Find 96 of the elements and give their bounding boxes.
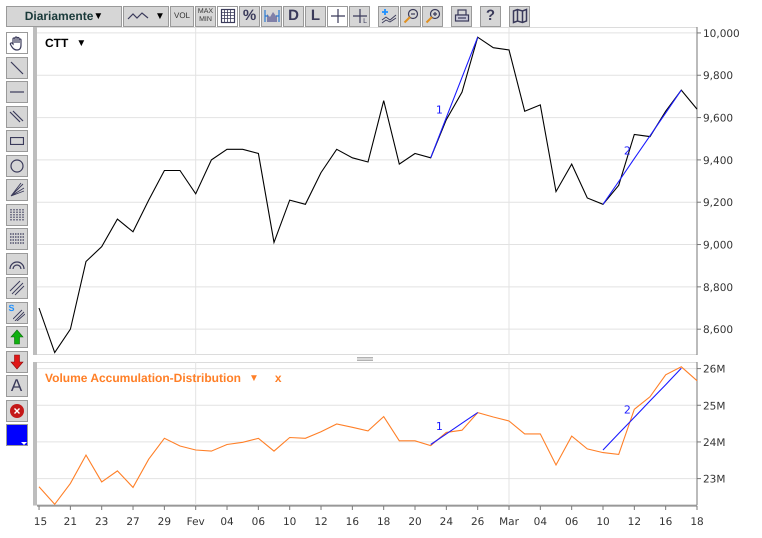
circle-tool[interactable] [6,154,28,176]
axis-label: 9,600 [703,112,734,125]
trend-label: 2 [624,403,631,416]
axis-label: 06 [252,516,266,528]
hand-icon [8,35,24,51]
print-button[interactable] [451,6,472,26]
parallel-lines-icon [8,108,24,124]
axis-label: 9,400 [703,154,734,167]
rectangle-tool[interactable] [6,130,28,152]
trend-line [430,412,478,445]
range-button[interactable] [261,6,282,26]
horizontal-lines-tool[interactable] [6,228,28,250]
fan-lines-icon [8,182,24,198]
axis-label: 20 [408,516,422,528]
axis-label: 18 [377,516,390,528]
diagonal-line-icon [8,60,24,76]
printer-icon [454,8,470,24]
axis-label: 23 [95,516,108,528]
axis-label: 9,200 [703,197,734,210]
axis-label: 12 [628,516,642,528]
add-line-icon [380,8,396,24]
crosshair-icon [352,8,368,24]
arcs-tool[interactable] [6,252,28,274]
axis-label: 10 [596,516,610,528]
axis-label: 04 [220,516,234,528]
chart-type-dropdown[interactable]: ▼ [123,6,169,26]
toolbar-button[interactable]: D [283,6,304,26]
book-button[interactable] [509,6,530,26]
crosshair-button[interactable] [327,6,348,26]
axis-label: 06 [564,516,578,528]
zoom-in-icon [424,8,440,24]
vertical-lines-icon [8,206,24,222]
horizontal-line-icon [10,91,24,93]
toolbar-button[interactable]: % [239,6,260,26]
axis-label: 25M [703,400,726,412]
color-picker[interactable] [6,424,28,446]
period-dropdown[interactable]: Diariamente▼ [6,6,122,26]
channel-lines-icon [8,280,24,296]
resize-grip-icon [357,356,373,360]
axis-label: 26M [703,364,726,376]
fan-tool[interactable] [6,179,28,201]
down-arrow-icon [8,354,24,370]
axis-label: 10 [283,516,296,528]
axis-label: 21 [64,516,78,528]
zoom-out-button[interactable] [400,6,421,26]
range-chart-icon [264,8,280,24]
axis-label: Fev [186,516,205,528]
trend-label: 1 [436,420,443,433]
axis-label: Mar [499,516,519,528]
channel-lines-icon [12,308,24,320]
axis-label: 18 [690,516,704,528]
axis-label: 24M [703,436,726,449]
crosshair-icon [330,8,346,24]
channel-tool[interactable] [6,277,28,299]
chart-title: CTT [45,35,68,52]
axis-label: 10,000 [703,28,740,40]
arrow-up-tool[interactable] [6,326,28,348]
text-tool[interactable]: A [6,375,28,397]
axis-label: 9,000 [703,240,734,252]
parallel-tool[interactable] [6,106,28,128]
arrow-down-tool[interactable] [6,350,28,372]
axis-label: 12 [314,516,328,528]
axis-label: 23M [703,474,726,486]
axis-label: 27 [126,516,140,528]
circle-icon [8,158,24,174]
chart-title: Volume Accumulation-Distribution [45,370,242,387]
trend-label: 1 [436,104,443,117]
axis-label: 04 [534,516,548,528]
axis-label: 16 [658,516,672,528]
axis-label: 24 [440,516,454,528]
horizontal-tool[interactable] [6,81,28,103]
grid-icon [220,8,236,24]
caret-icon [20,442,26,445]
zoom-out-icon [402,8,418,24]
axis-label: 9,800 [703,70,734,82]
axis-label: 26 [471,516,484,528]
axis-label: 8,600 [703,324,734,336]
grid-button[interactable] [217,6,238,26]
vertical-lines-tool[interactable] [6,204,28,226]
toolbar-button[interactable]: L [305,6,326,26]
axis-label: 29 [158,516,172,528]
toolbar-button[interactable]: ? [480,6,501,26]
volume-button[interactable]: VOL [170,6,194,26]
add-study-button[interactable] [378,6,399,26]
up-arrow-icon [8,329,24,345]
book-icon [512,8,528,24]
axis-label: 8,800 [703,282,734,294]
hand-tool[interactable] [6,32,28,54]
menu-caret[interactable]: ▼ [76,36,86,50]
axis-label: 16 [346,516,360,528]
delete-icon [8,402,24,418]
zigzag-line-icon [127,11,150,21]
axis-label: '15 [33,516,48,528]
delete-tool[interactable] [6,400,28,422]
zoom-in-button[interactable] [422,6,443,26]
line-tool[interactable] [6,56,28,78]
